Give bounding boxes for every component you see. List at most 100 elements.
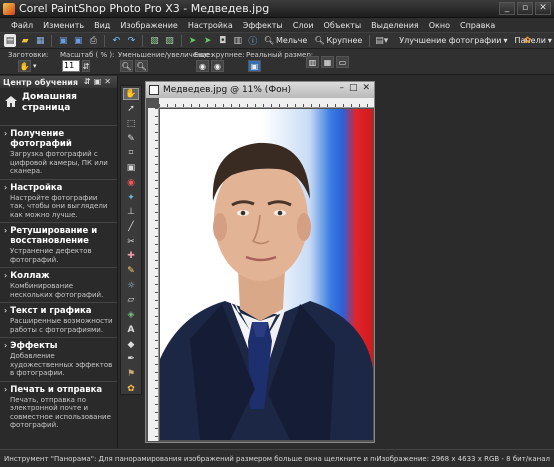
close-button[interactable]: ✕ [535, 2, 551, 15]
zoom-more-out-icon[interactable]: ◉ [196, 60, 209, 72]
camera-icon[interactable]: ◘ [217, 34, 229, 47]
menu-view[interactable]: Вид [89, 21, 115, 30]
paint-brush-icon[interactable]: ✎ [123, 266, 139, 277]
menu-selections[interactable]: Выделения [366, 21, 424, 30]
workspace-icon[interactable]: ▤▾ [375, 34, 388, 47]
horizontal-ruler [159, 98, 374, 108]
fit-image-icon[interactable]: ▦ [321, 56, 334, 68]
shape-tool-icon[interactable]: ◆ [123, 339, 139, 350]
selection-tool-icon[interactable]: ⬚ [123, 119, 139, 130]
actual-size-icon[interactable]: ▣ [248, 60, 261, 72]
scratch-remover-icon[interactable]: ╱ [123, 222, 139, 233]
menu-objects[interactable]: Объекты [319, 21, 367, 30]
section-effects[interactable]: › Эффекты Добавление художественных эффек… [0, 338, 117, 382]
document-window[interactable]: Медведев.jpg @ 11% (Фон) – □ ✕ [145, 81, 375, 443]
export-icon[interactable]: ➤ [202, 34, 214, 47]
pan-tool-icon[interactable]: ✋ [123, 88, 139, 100]
open-folder-icon[interactable]: ▰ [19, 34, 31, 47]
menu-edit[interactable]: Изменить [38, 21, 89, 30]
pick-tool-icon[interactable]: ➚ [123, 104, 139, 115]
menu-window[interactable]: Окно [424, 21, 455, 30]
chevron-down-icon: ▾ [503, 36, 508, 45]
straighten-tool-icon[interactable]: ▣ [123, 163, 139, 174]
section-get-photos[interactable]: › Получение фотографий Загрузка фотографи… [0, 126, 117, 180]
window-title: Corel PaintShop Photo Pro X3 - Медведев.… [19, 2, 270, 15]
palette-tool-icon[interactable]: ✿ [123, 383, 139, 394]
redo-icon[interactable]: ↷ [125, 34, 137, 47]
menu-effects[interactable]: Эффекты [238, 21, 288, 30]
doc-minimize-icon[interactable]: – [339, 83, 344, 93]
chevron-down-icon: ▾ [547, 36, 552, 45]
zoom-out-button[interactable]: 🔍︎ Мельче [262, 36, 309, 45]
red-eye-tool-icon[interactable]: ◉ [123, 178, 139, 189]
section-print-share[interactable]: › Печать и отправка Печать, отправка по э… [0, 382, 117, 433]
presets-label: Заготовки: [8, 51, 49, 59]
browse-icon[interactable]: ▦ [34, 34, 46, 47]
art-media-icon[interactable]: ⚑ [123, 369, 139, 380]
menu-adjust[interactable]: Настройка [183, 21, 238, 30]
tools-toolbar: ✋ ➚ ⬚ ✎ ⌗ ▣ ◉ ✦ ⊥ ╱ ✂ ✚ ✎ ☼ ▱ ◈ A ◆ ✒ ⚑ … [120, 85, 142, 395]
crop-to-selection-icon[interactable]: ▧ [148, 34, 160, 47]
status-message: Инструмент "Панорама": Для панорамирован… [4, 454, 376, 463]
smart-carver-icon[interactable]: ✂ [123, 236, 139, 247]
document-icon [149, 85, 159, 95]
menu-help[interactable]: Справка [455, 21, 500, 30]
dropper-tool-icon[interactable]: ✎ [123, 133, 139, 144]
undo-icon[interactable]: ↶ [110, 34, 122, 47]
makeover-tool-icon[interactable]: ✦ [123, 192, 139, 203]
scale-label: Масштаб ( % ): [60, 51, 115, 59]
warp-brush-icon[interactable]: ☼ [123, 280, 139, 291]
info-icon[interactable]: ⓘ [247, 34, 259, 47]
maximize-button[interactable]: ▫ [517, 2, 533, 15]
menu-file[interactable]: Файл [6, 21, 38, 30]
real-size-label: Реальный размер: [246, 51, 314, 59]
panel-controls-icon[interactable]: ⇵▣✕ [84, 77, 114, 86]
section-collage[interactable]: › Коллаж Комбинирование нескольких фотогр… [0, 268, 117, 303]
gallery-icon[interactable]: ▥ [232, 34, 244, 47]
flood-fill-icon[interactable]: ◈ [123, 310, 139, 321]
panel-header: Центр обучения ⇵▣✕ [0, 76, 117, 88]
scale-spinner-icon[interactable]: ⇵ [82, 60, 90, 72]
doc-maximize-icon[interactable]: □ [349, 83, 358, 93]
resize-icon[interactable]: ▨ [163, 34, 175, 47]
home-page-link[interactable]: Домашняя страница [0, 88, 117, 126]
zoom-more-in-icon[interactable]: ◉ [211, 60, 224, 72]
pan-tool-preset-icon[interactable]: ✋ [18, 60, 31, 72]
section-text-graphics[interactable]: › Текст и графика Расширенные возможности… [0, 303, 117, 338]
scale-input[interactable]: 11 [62, 60, 80, 72]
magnifier-icon: 🔍︎ [263, 36, 275, 45]
zoom-out-icon[interactable]: 🔍︎ [120, 60, 133, 72]
menu-layers[interactable]: Слои [288, 21, 319, 30]
fit-window-icon[interactable]: ▥ [306, 56, 319, 68]
status-bar: Инструмент "Панорама": Для панорамирован… [0, 449, 554, 467]
section-retouch[interactable]: › Ретуширование и восстановление Устранен… [0, 223, 117, 268]
pen-tool-icon[interactable]: ✒ [123, 354, 139, 365]
home-icon [4, 92, 18, 108]
crop-tool-icon[interactable]: ⌗ [123, 148, 139, 159]
tool-options-bar: Заготовки: ✋ ▾ Масштаб ( % ): 11 ⇵ Уменьш… [0, 49, 554, 75]
new-file-icon[interactable]: ▤ [4, 34, 17, 47]
eraser-tool-icon[interactable]: ▱ [123, 295, 139, 306]
zoom-in-icon[interactable]: 🔍︎ [135, 60, 148, 72]
enhance-photo-menu[interactable]: Улучшение фотографии ▾ [397, 36, 509, 45]
clone-brush-icon[interactable]: ⊥ [123, 207, 139, 218]
magnifier-icon: 🔍︎ [314, 36, 325, 45]
zoom-in-button[interactable]: 🔍︎ Крупнее [312, 36, 364, 45]
minimize-button[interactable]: _ [499, 2, 515, 15]
print-icon[interactable]: ⎙ [87, 34, 99, 47]
panel-title: Центр обучения [3, 77, 79, 87]
document-title-bar[interactable]: Медведев.jpg @ 11% (Фон) – □ ✕ [146, 82, 374, 98]
text-tool-icon[interactable]: A [123, 325, 139, 336]
save-icon[interactable]: ▣ [57, 34, 69, 47]
vertical-ruler [148, 108, 159, 441]
save-as-icon[interactable]: ▣ [72, 34, 84, 47]
section-adjust[interactable]: › Настройка Настройте фотографии так, что… [0, 180, 117, 223]
screen-icon[interactable]: ▭ [336, 56, 349, 68]
doc-close-icon[interactable]: ✕ [362, 83, 370, 93]
settings-icon[interactable]: ✿ [521, 34, 534, 47]
import-icon[interactable]: ➤ [186, 34, 198, 47]
menu-bar: Файл Изменить Вид Изображение Настройка … [0, 18, 554, 32]
photo-canvas[interactable] [160, 109, 373, 440]
menu-image[interactable]: Изображение [115, 21, 183, 30]
lighten-darken-icon[interactable]: ✚ [123, 251, 139, 262]
